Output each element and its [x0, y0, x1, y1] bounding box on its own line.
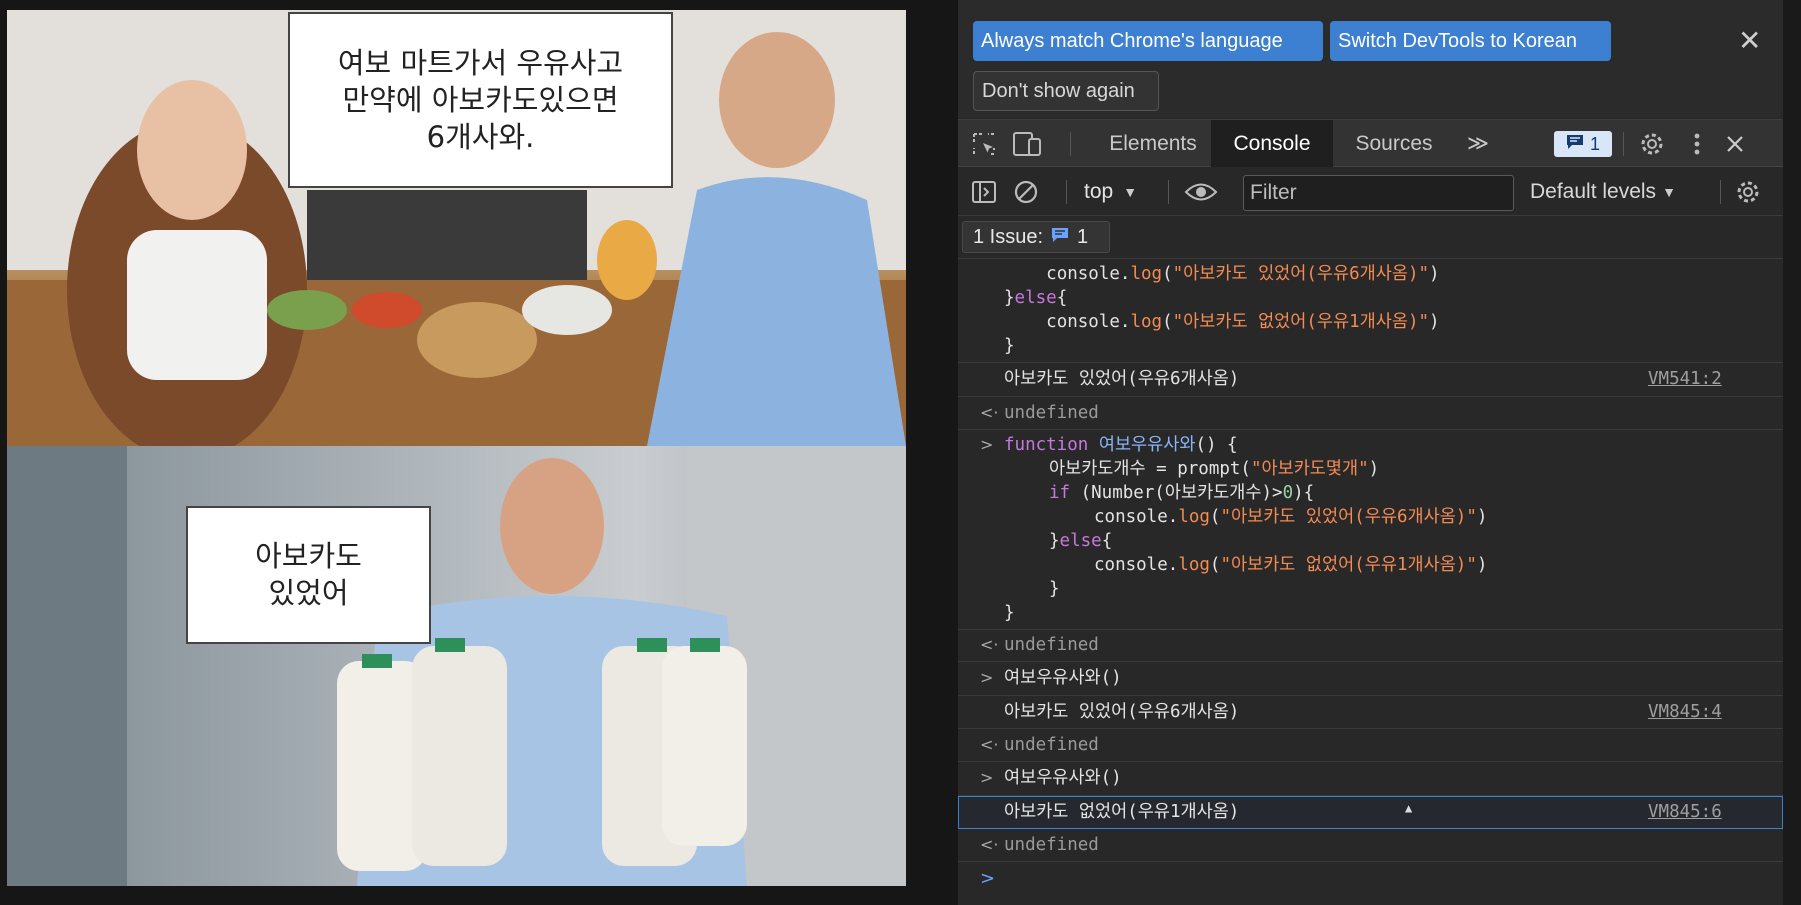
code-line: 여보우유사와()	[1004, 768, 1122, 788]
log-levels-label: Default levels	[1530, 180, 1657, 203]
log-text: 아보카도 있었어(우유6개사옴)	[1004, 369, 1240, 389]
filter-input[interactable]	[1243, 175, 1514, 211]
source-link[interactable]: VM541:2	[1648, 367, 1722, 391]
console-result-row: <· undefined	[958, 397, 1783, 430]
show-sidebar-icon[interactable]	[970, 179, 998, 205]
issues-button[interactable]: 1 Issue: 1	[962, 221, 1110, 253]
code-line: console.log("아보카도 없었어(우유1개사옴)")	[1046, 312, 1440, 332]
console-log: console.log("아보카도 있었어(우유6개사옴)") }else{ c…	[958, 260, 1783, 905]
switch-to-korean-button[interactable]: Switch DevTools to Korean	[1330, 21, 1611, 61]
dont-show-again-button[interactable]: Don't show again	[973, 71, 1159, 111]
close-infobar-icon[interactable]: ✕	[1738, 24, 1761, 57]
code-line: 아보카도개수 = prompt("아보카도몇개")	[1049, 459, 1380, 479]
code-line: function 여보우유사와() {	[1004, 435, 1238, 455]
result-arrow-icon: <·	[980, 635, 999, 654]
code-line: 여보우유사와()	[1004, 668, 1122, 688]
tab-console[interactable]: Console	[1211, 120, 1333, 167]
speech-bubble-top: 여보 마트가서 우유사고 만약에 아보카도있으면 6개사와.	[288, 12, 673, 188]
result-arrow-icon: <·	[980, 735, 999, 754]
result-value: undefined	[1004, 735, 1099, 755]
input-chevron-icon[interactable]: >	[980, 766, 993, 790]
code-line: }	[1049, 579, 1060, 599]
language-infobar: Always match Chrome's language Switch De…	[958, 0, 1783, 118]
device-toolbar-icon[interactable]	[1012, 131, 1042, 157]
code-line: console.log("아보카도 없었어(우유1개사옴)")	[1094, 555, 1488, 575]
code-line: }	[1004, 603, 1015, 623]
context-selector[interactable]: top ▼	[1084, 176, 1154, 208]
context-value: top	[1084, 180, 1114, 203]
source-link[interactable]: VM845:4	[1648, 700, 1722, 724]
screen: 여보 마트가서 우유사고 만약에 아보카도있으면 6개사와. 아보카도 있었어	[0, 0, 1801, 905]
more-options-icon[interactable]	[1690, 130, 1704, 158]
clear-console-icon[interactable]	[1012, 178, 1040, 206]
console-result-row: <· undefined	[958, 829, 1783, 862]
devtools-tabbar: Elements Console Sources ≫ 1	[958, 119, 1783, 167]
issues-bar: 1 Issue: 1	[958, 217, 1783, 259]
tab-sources[interactable]: Sources	[1338, 120, 1450, 167]
meme-image: 여보 마트가서 우유사고 만약에 아보카도있으면 6개사와. 아보카도 있었어	[7, 10, 906, 886]
message-icon	[1051, 226, 1069, 249]
code-line: if (Number(아보카도개수)>0){	[1049, 483, 1315, 503]
mouse-cursor-icon: ▲	[1405, 801, 1413, 815]
close-devtools-icon[interactable]	[1722, 130, 1748, 158]
console-result-row: <· undefined	[958, 729, 1783, 762]
dropdown-arrow-icon: ▼	[1662, 184, 1676, 200]
console-output-row: 아보카도 있었어(우유6개사옴) VM845:4	[958, 696, 1783, 729]
meme-panel-bottom: 아보카도 있었어	[7, 446, 906, 886]
result-value: undefined	[1004, 835, 1099, 855]
result-arrow-icon: <·	[980, 403, 999, 422]
meme-panel-top: 여보 마트가서 우유사고 만약에 아보카도있으면 6개사와.	[7, 10, 906, 446]
more-tabs-icon[interactable]: ≫	[1458, 120, 1498, 167]
tab-elements[interactable]: Elements	[1088, 120, 1218, 167]
settings-gear-icon[interactable]	[1638, 130, 1666, 158]
console-prompt-input[interactable]: >	[980, 868, 995, 889]
console-output-row: 아보카도 있었어(우유6개사옴) VM541:2	[958, 363, 1783, 397]
console-input-entry: > function 여보우유사와() { 아보카도개수 = prompt("아…	[958, 430, 1783, 630]
window-edge	[1783, 0, 1801, 905]
log-text: 아보카도 없었어(우유1개사옴)	[1004, 802, 1240, 822]
code-line: }else{	[1004, 288, 1068, 308]
messages-count: 1	[1589, 133, 1600, 154]
dropdown-arrow-icon: ▼	[1123, 184, 1138, 200]
source-link[interactable]: VM845:6	[1648, 800, 1722, 824]
messages-badge[interactable]: 1	[1554, 131, 1612, 157]
code-line: console.log("아보카도 있었어(우유6개사옴)")	[1094, 507, 1488, 527]
console-toolbar: top ▼ Default levels ▼	[958, 168, 1783, 216]
console-result-row: <· undefined	[958, 630, 1783, 662]
code-line: console.log("아보카도 있었어(우유6개사옴)")	[1046, 264, 1440, 284]
console-output-row-selected: 아보카도 없었어(우유1개사옴) VM845:6 ▲	[958, 796, 1783, 829]
message-icon	[1566, 134, 1584, 155]
issues-count: 1	[1077, 225, 1089, 248]
log-levels-dropdown[interactable]: Default levels ▼	[1530, 176, 1676, 208]
live-expression-eye-icon[interactable]	[1182, 178, 1220, 206]
log-text: 아보카도 있었어(우유6개사옴)	[1004, 702, 1240, 722]
always-match-language-button[interactable]: Always match Chrome's language	[973, 21, 1323, 61]
code-line: }	[1004, 336, 1015, 356]
console-input-entry: > 여보우유사와()	[958, 762, 1783, 796]
inspect-element-icon[interactable]	[970, 131, 998, 157]
console-input-entry: > 여보우유사와()	[958, 662, 1783, 696]
milk-man-scene	[7, 446, 906, 886]
console-settings-gear-icon[interactable]	[1734, 178, 1762, 206]
input-chevron-icon[interactable]: >	[980, 666, 993, 690]
console-input-entry: console.log("아보카도 있었어(우유6개사옴)") }else{ c…	[958, 260, 1783, 363]
input-chevron-icon[interactable]: >	[980, 433, 993, 457]
result-arrow-icon: <·	[980, 835, 999, 854]
result-value: undefined	[1004, 635, 1099, 655]
speech-bubble-bottom: 아보카도 있었어	[186, 506, 431, 644]
issues-label: 1 Issue:	[973, 225, 1044, 248]
devtools-panel: Always match Chrome's language Switch De…	[958, 0, 1783, 905]
code-line: }else{	[1049, 531, 1113, 551]
result-value: undefined	[1004, 403, 1099, 423]
